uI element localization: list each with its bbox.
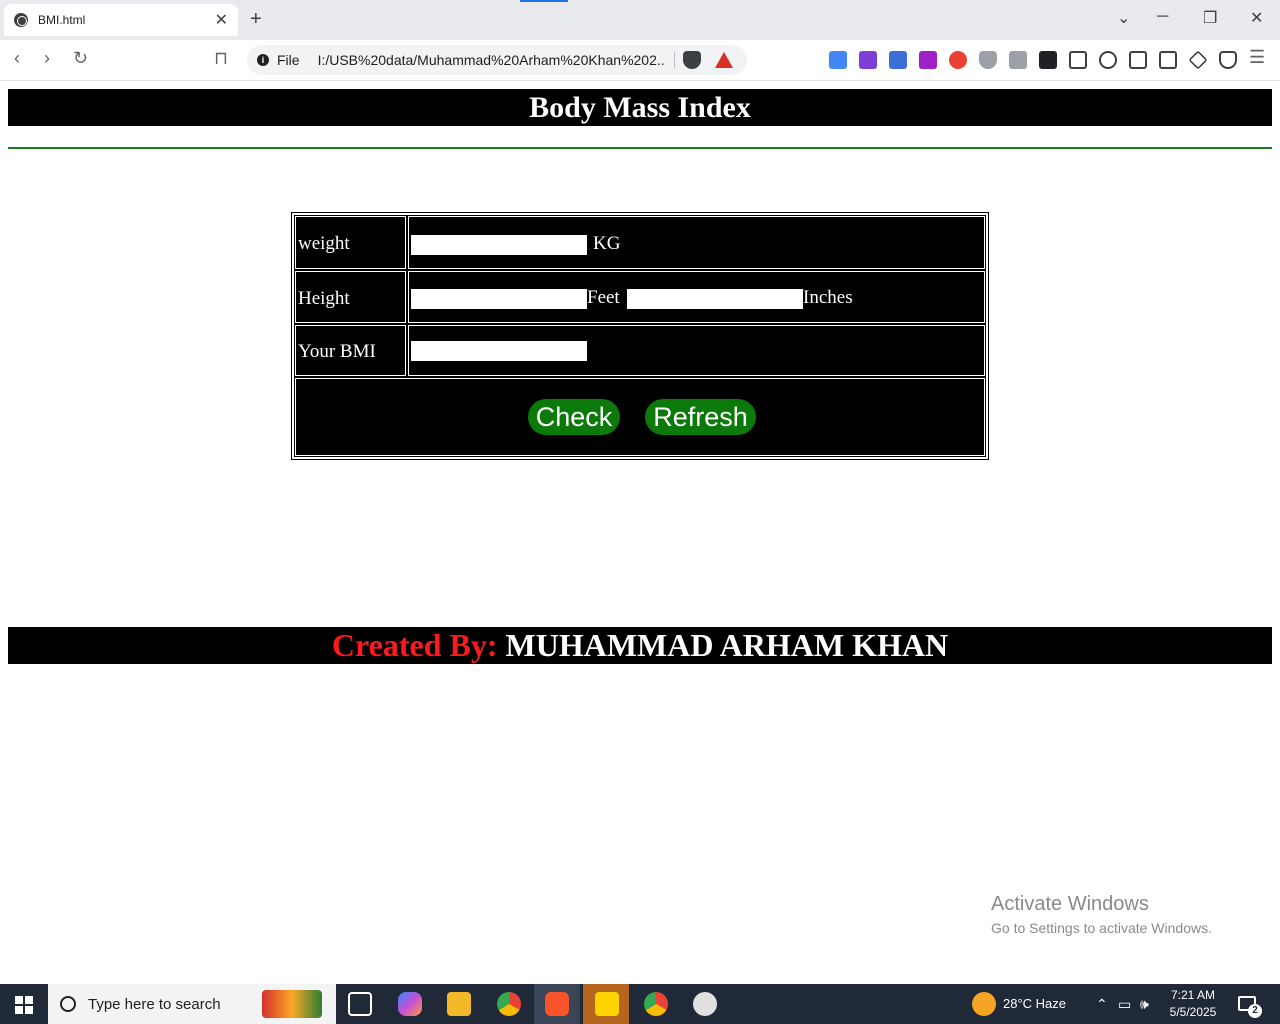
minimize-button[interactable]: ─ (1157, 8, 1168, 26)
windows-logo-part (25, 1006, 33, 1014)
globe-icon (14, 13, 28, 27)
tab-search-chevron-icon[interactable]: ⌄ (1117, 8, 1130, 28)
search-icon (60, 996, 76, 1012)
divider-line (8, 147, 1272, 149)
vpn-icon[interactable] (1219, 51, 1237, 69)
ai-extension-icon[interactable] (859, 51, 877, 69)
bmi-form-table: weight KG Height Feet Inches Your BMI Ch… (291, 212, 989, 460)
page-title: Body Mass Index (8, 89, 1272, 126)
page-content: Body Mass Index weight KG Height Feet In… (0, 81, 1280, 984)
page-footer: Created By: MUHAMMAD ARHAM KHAN (8, 627, 1272, 664)
sidebar-icon[interactable] (1129, 51, 1147, 69)
clock-date: 5/5/2025 (1169, 1005, 1217, 1019)
check-button[interactable]: Check (528, 399, 620, 435)
start-button[interactable] (0, 984, 48, 1024)
task-view-icon[interactable] (348, 992, 372, 1016)
feet-unit: Feet (587, 287, 620, 308)
watermark-subtitle: Go to Settings to activate Windows. (991, 920, 1212, 936)
height-input-cell: Feet Inches (408, 271, 985, 323)
buttons-cell: Check Refresh (295, 378, 985, 456)
forward-icon[interactable]: › (44, 48, 50, 69)
translate-icon[interactable] (829, 51, 847, 69)
watermark-title: Activate Windows (991, 893, 1149, 915)
extensions-puzzle-icon[interactable] (1069, 51, 1087, 69)
chrome-icon[interactable] (497, 992, 521, 1016)
file-explorer-icon[interactable] (447, 992, 471, 1016)
copilot-icon[interactable] (398, 992, 422, 1016)
color-picker-icon[interactable] (949, 51, 967, 69)
windows-logo-part (15, 1006, 23, 1014)
shield-extension-icon[interactable] (979, 51, 997, 69)
sticky-notes-icon[interactable] (595, 992, 619, 1016)
address-bar[interactable]: i File I:/USB%20data/Muhammad%20Arham%20… (247, 45, 747, 75)
close-tab-icon[interactable]: ✕ (215, 10, 228, 30)
chrome-profile-icon[interactable] (644, 992, 668, 1016)
weather-text[interactable]: 28°C Haze (1003, 984, 1066, 1024)
bmi-output-cell (408, 325, 985, 376)
volume-icon[interactable]: 🕪 (1140, 984, 1149, 1024)
weight-label: weight (298, 233, 350, 254)
height-label-cell: Height (295, 271, 406, 323)
close-window-button[interactable]: ✕ (1250, 8, 1263, 28)
weight-input-cell: KG (408, 216, 985, 269)
zip-extension-icon[interactable] (889, 51, 907, 69)
browser-tab[interactable]: BMI.html ✕ (4, 4, 238, 36)
tab-title: BMI.html (38, 13, 86, 27)
weather-haze-icon[interactable] (972, 992, 996, 1016)
menu-icon[interactable]: ☰ (1249, 47, 1265, 68)
weight-label-cell: weight (295, 216, 406, 269)
feet-input[interactable] (411, 289, 587, 309)
font-extension-icon[interactable] (1039, 51, 1057, 69)
leo-ai-icon[interactable] (1188, 50, 1208, 70)
activate-windows-watermark: Activate Windows Go to Settings to activ… (991, 893, 1212, 936)
scheme-label: File (277, 52, 300, 68)
windows-taskbar: Type here to search 28°C Haze ⌃ ▭ 🕪 7:21… (0, 984, 1280, 1024)
download-extension-icon[interactable] (919, 51, 937, 69)
paint-icon[interactable] (693, 992, 717, 1016)
bmi-output-field[interactable] (411, 341, 587, 361)
divider (674, 51, 675, 69)
network-icon[interactable]: ▭ (1118, 984, 1131, 1024)
weight-input[interactable] (411, 235, 587, 255)
tab-strip: BMI.html ✕ + ⌄ ─ ❐ ✕ (0, 0, 1280, 40)
media-icon[interactable] (1099, 51, 1117, 69)
info-icon[interactable]: i (257, 54, 269, 66)
refresh-button[interactable]: Refresh (645, 399, 756, 435)
brave-browser-icon[interactable] (545, 992, 569, 1016)
reload-icon[interactable]: ↻ (73, 48, 88, 69)
search-highlight-icon (262, 990, 322, 1018)
wallet-icon[interactable] (1159, 51, 1177, 69)
bmi-label: Your BMI (298, 341, 376, 362)
footer-prefix: Created By: (331, 627, 498, 663)
back-icon[interactable]: ‹ (14, 48, 20, 69)
height-label: Height (298, 288, 350, 309)
tab-indicator (520, 0, 568, 2)
inches-unit: Inches (803, 287, 853, 308)
browser-toolbar: ‹ › ↻ ⊓ i File I:/USB%20data/Muhammad%20… (0, 40, 1280, 81)
footer-author: MUHAMMAD ARHAM KHAN (505, 627, 949, 663)
brave-rewards-icon[interactable] (715, 52, 733, 68)
bookmark-icon[interactable]: ⊓ (214, 48, 228, 69)
url-text[interactable]: I:/USB%20data/Muhammad%20Arham%20Khan%20… (318, 52, 666, 68)
clock-time: 7:21 AM (1170, 988, 1216, 1002)
notification-count: 2 (1248, 1004, 1262, 1018)
brave-shield-icon[interactable] (683, 51, 701, 69)
chevron-up-icon[interactable]: ⌃ (1096, 984, 1108, 1024)
new-tab-button[interactable]: + (250, 8, 262, 31)
bmi-label-cell: Your BMI (295, 325, 406, 376)
clock[interactable]: 7:21 AM 5/5/2025 (1160, 987, 1226, 1021)
windows-logo-part (25, 996, 33, 1004)
restore-button[interactable]: ❐ (1203, 8, 1217, 28)
inches-input[interactable] (627, 289, 803, 309)
windows-logo-icon (15, 996, 23, 1004)
search-placeholder: Type here to search (88, 995, 221, 1013)
kg-unit: KG (593, 233, 621, 254)
taskbar-search[interactable]: Type here to search (48, 984, 336, 1024)
camera-icon[interactable] (1009, 51, 1027, 69)
